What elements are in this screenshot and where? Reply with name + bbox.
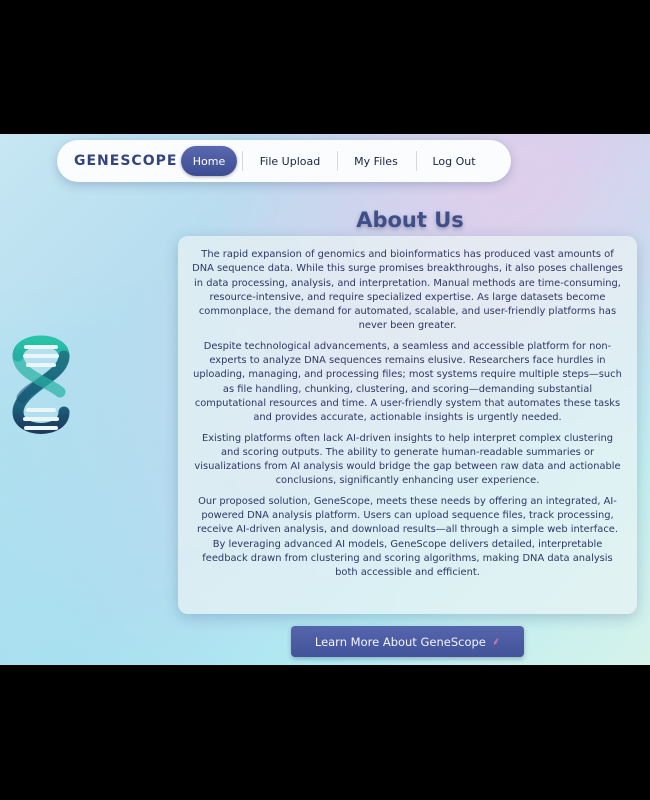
nav-divider xyxy=(416,151,417,171)
page-viewport: GENESCOPE Home File Upload My Files Log … xyxy=(0,134,650,665)
page-title: About Us xyxy=(356,208,464,233)
about-paragraph: Our proposed solution, GeneScope, meets … xyxy=(197,495,618,579)
dna-icon xyxy=(12,335,70,434)
learn-more-button[interactable]: Learn More About GeneScope ⸙ xyxy=(291,626,524,657)
about-paragraph: Despite technological advancements, a se… xyxy=(193,340,622,424)
about-paragraph: The rapid expansion of genomics and bioi… xyxy=(192,249,623,332)
nav-file-upload-link[interactable]: File Upload xyxy=(249,146,331,176)
nav-divider xyxy=(242,151,243,171)
about-card: The rapid expansion of genomics and bioi… xyxy=(178,236,637,614)
nav-my-files-link[interactable]: My Files xyxy=(343,146,409,176)
learn-more-label: Learn More About GeneScope xyxy=(314,634,486,649)
nav-home-link[interactable]: Home xyxy=(181,146,237,176)
about-paragraph: Existing platforms often lack AI-driven … xyxy=(194,432,621,487)
nav-divider xyxy=(337,151,338,171)
brand-logo-text[interactable]: GENESCOPE xyxy=(74,153,177,169)
nav-log-out-link[interactable]: Log Out xyxy=(423,146,485,176)
dna-icon: ⸙ xyxy=(491,635,501,648)
top-navbar: GENESCOPE Home File Upload My Files Log … xyxy=(57,140,511,182)
